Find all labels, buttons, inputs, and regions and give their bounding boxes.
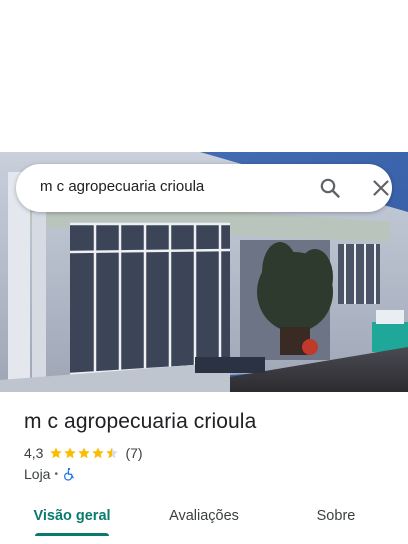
star-icon: [78, 447, 91, 459]
rating-stars: [49, 446, 119, 460]
half-star-icon: [106, 447, 119, 459]
search-bar[interactable]: m c agropecuaria crioula: [16, 164, 392, 212]
place-title: m c agropecuaria crioula: [24, 410, 257, 433]
category-row: Loja •: [24, 465, 76, 483]
place-tabs: Visão geral Avaliações Sobre: [0, 496, 408, 544]
place-category: Loja: [24, 466, 51, 482]
rating-row[interactable]: 4,3 (7): [24, 444, 143, 462]
tab-about[interactable]: Sobre: [288, 496, 384, 536]
wheelchair-icon: [64, 467, 74, 481]
star-icon: [92, 447, 105, 459]
tab-reviews[interactable]: Avaliações: [152, 496, 256, 536]
star-icon: [64, 447, 77, 459]
blank-top-area: [0, 0, 408, 152]
rating-value: 4,3: [24, 445, 44, 461]
tab-overview[interactable]: Visão geral: [20, 496, 124, 536]
separator-dot: •: [54, 468, 58, 480]
star-icon: [50, 447, 63, 459]
review-count[interactable]: (7): [125, 445, 142, 461]
active-tab-indicator: [35, 533, 109, 536]
search-input[interactable]: m c agropecuaria crioula: [40, 178, 204, 195]
close-icon[interactable]: [369, 176, 393, 200]
search-icon[interactable]: [318, 176, 342, 200]
